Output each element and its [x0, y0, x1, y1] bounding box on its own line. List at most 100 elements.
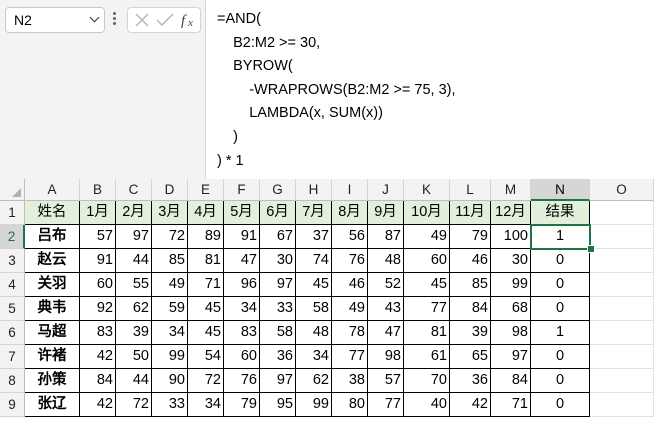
result-cell[interactable]: 1 [531, 225, 590, 249]
value-cell[interactable]: 30 [260, 249, 296, 273]
value-cell[interactable]: 39 [116, 321, 152, 345]
value-cell[interactable]: 99 [296, 393, 332, 417]
value-cell[interactable]: 48 [368, 249, 404, 273]
value-cell[interactable]: 61 [404, 345, 450, 369]
value-cell[interactable]: 99 [152, 345, 188, 369]
value-cell[interactable]: 34 [224, 297, 260, 321]
name-cell[interactable]: 关羽 [25, 273, 80, 297]
row-header-1[interactable]: 1 [0, 201, 25, 225]
value-cell[interactable]: 59 [152, 297, 188, 321]
row-header-4[interactable]: 4 [0, 273, 25, 297]
name-cell[interactable]: 吕布 [25, 225, 80, 249]
value-cell[interactable]: 70 [404, 369, 450, 393]
value-cell[interactable]: 34 [152, 321, 188, 345]
result-cell[interactable]: 1 [531, 321, 590, 345]
value-cell[interactable]: 79 [450, 225, 491, 249]
column-header-f[interactable]: F [224, 179, 260, 201]
value-cell[interactable]: 100 [491, 225, 531, 249]
value-cell[interactable]: 83 [224, 321, 260, 345]
value-cell[interactable]: 85 [450, 273, 491, 297]
value-cell[interactable]: 30 [491, 249, 531, 273]
value-cell[interactable]: 34 [188, 393, 224, 417]
value-cell[interactable]: 83 [80, 321, 116, 345]
value-cell[interactable]: 48 [296, 321, 332, 345]
empty-cell[interactable] [590, 345, 654, 369]
value-cell[interactable]: 40 [404, 393, 450, 417]
value-cell[interactable]: 84 [491, 369, 531, 393]
header-cell[interactable]: 8月 [332, 201, 368, 225]
empty-cell[interactable] [590, 297, 654, 321]
empty-cell[interactable] [590, 393, 654, 417]
header-cell[interactable]: 10月 [404, 201, 450, 225]
value-cell[interactable]: 47 [368, 321, 404, 345]
value-cell[interactable]: 90 [152, 369, 188, 393]
value-cell[interactable]: 44 [116, 249, 152, 273]
value-cell[interactable]: 67 [260, 225, 296, 249]
value-cell[interactable]: 60 [80, 273, 116, 297]
row-header-6[interactable]: 6 [0, 321, 25, 345]
value-cell[interactable]: 54 [188, 345, 224, 369]
header-cell[interactable]: 12月 [491, 201, 531, 225]
column-header-g[interactable]: G [260, 179, 296, 201]
value-cell[interactable]: 81 [404, 321, 450, 345]
name-cell[interactable]: 赵云 [25, 249, 80, 273]
row-header-5[interactable]: 5 [0, 297, 25, 321]
value-cell[interactable]: 62 [116, 297, 152, 321]
value-cell[interactable]: 92 [80, 297, 116, 321]
fill-handle[interactable] [587, 245, 595, 253]
value-cell[interactable]: 55 [116, 273, 152, 297]
value-cell[interactable]: 71 [188, 273, 224, 297]
row-header-3[interactable]: 3 [0, 249, 25, 273]
name-cell[interactable]: 典韦 [25, 297, 80, 321]
column-header-a[interactable]: A [25, 179, 80, 201]
value-cell[interactable]: 84 [450, 297, 491, 321]
header-cell[interactable]: 姓名 [25, 201, 80, 225]
value-cell[interactable]: 58 [296, 297, 332, 321]
column-header-l[interactable]: L [450, 179, 491, 201]
empty-cell[interactable] [590, 249, 654, 273]
column-header-e[interactable]: E [188, 179, 224, 201]
chevron-down-icon[interactable] [89, 12, 100, 23]
value-cell[interactable]: 50 [116, 345, 152, 369]
value-cell[interactable]: 45 [188, 297, 224, 321]
value-cell[interactable]: 60 [224, 345, 260, 369]
value-cell[interactable]: 91 [224, 225, 260, 249]
value-cell[interactable]: 62 [296, 369, 332, 393]
column-header-o[interactable]: O [590, 179, 654, 201]
value-cell[interactable]: 91 [80, 249, 116, 273]
empty-cell[interactable] [590, 201, 654, 225]
header-cell[interactable]: 结果 [531, 201, 590, 225]
result-cell[interactable]: 0 [531, 273, 590, 297]
value-cell[interactable]: 45 [296, 273, 332, 297]
select-all-corner[interactable] [0, 179, 25, 201]
result-cell[interactable]: 0 [531, 345, 590, 369]
row-header-7[interactable]: 7 [0, 345, 25, 369]
value-cell[interactable]: 80 [332, 393, 368, 417]
value-cell[interactable]: 33 [152, 393, 188, 417]
name-cell[interactable]: 马超 [25, 321, 80, 345]
value-cell[interactable]: 56 [332, 225, 368, 249]
name-cell[interactable]: 许褚 [25, 345, 80, 369]
value-cell[interactable]: 76 [332, 249, 368, 273]
result-cell[interactable]: 0 [531, 369, 590, 393]
result-cell[interactable]: 0 [531, 249, 590, 273]
value-cell[interactable]: 72 [152, 225, 188, 249]
value-cell[interactable]: 97 [260, 273, 296, 297]
value-cell[interactable]: 42 [80, 345, 116, 369]
value-cell[interactable]: 97 [491, 345, 531, 369]
value-cell[interactable]: 45 [404, 273, 450, 297]
value-cell[interactable]: 58 [260, 321, 296, 345]
value-cell[interactable]: 46 [450, 249, 491, 273]
value-cell[interactable]: 98 [368, 345, 404, 369]
header-cell[interactable]: 2月 [116, 201, 152, 225]
empty-cell[interactable] [590, 369, 654, 393]
value-cell[interactable]: 33 [260, 297, 296, 321]
header-cell[interactable]: 7月 [296, 201, 332, 225]
value-cell[interactable]: 77 [368, 393, 404, 417]
column-header-k[interactable]: K [404, 179, 450, 201]
value-cell[interactable]: 71 [491, 393, 531, 417]
value-cell[interactable]: 36 [260, 345, 296, 369]
value-cell[interactable]: 89 [188, 225, 224, 249]
header-cell[interactable]: 5月 [224, 201, 260, 225]
value-cell[interactable]: 68 [491, 297, 531, 321]
